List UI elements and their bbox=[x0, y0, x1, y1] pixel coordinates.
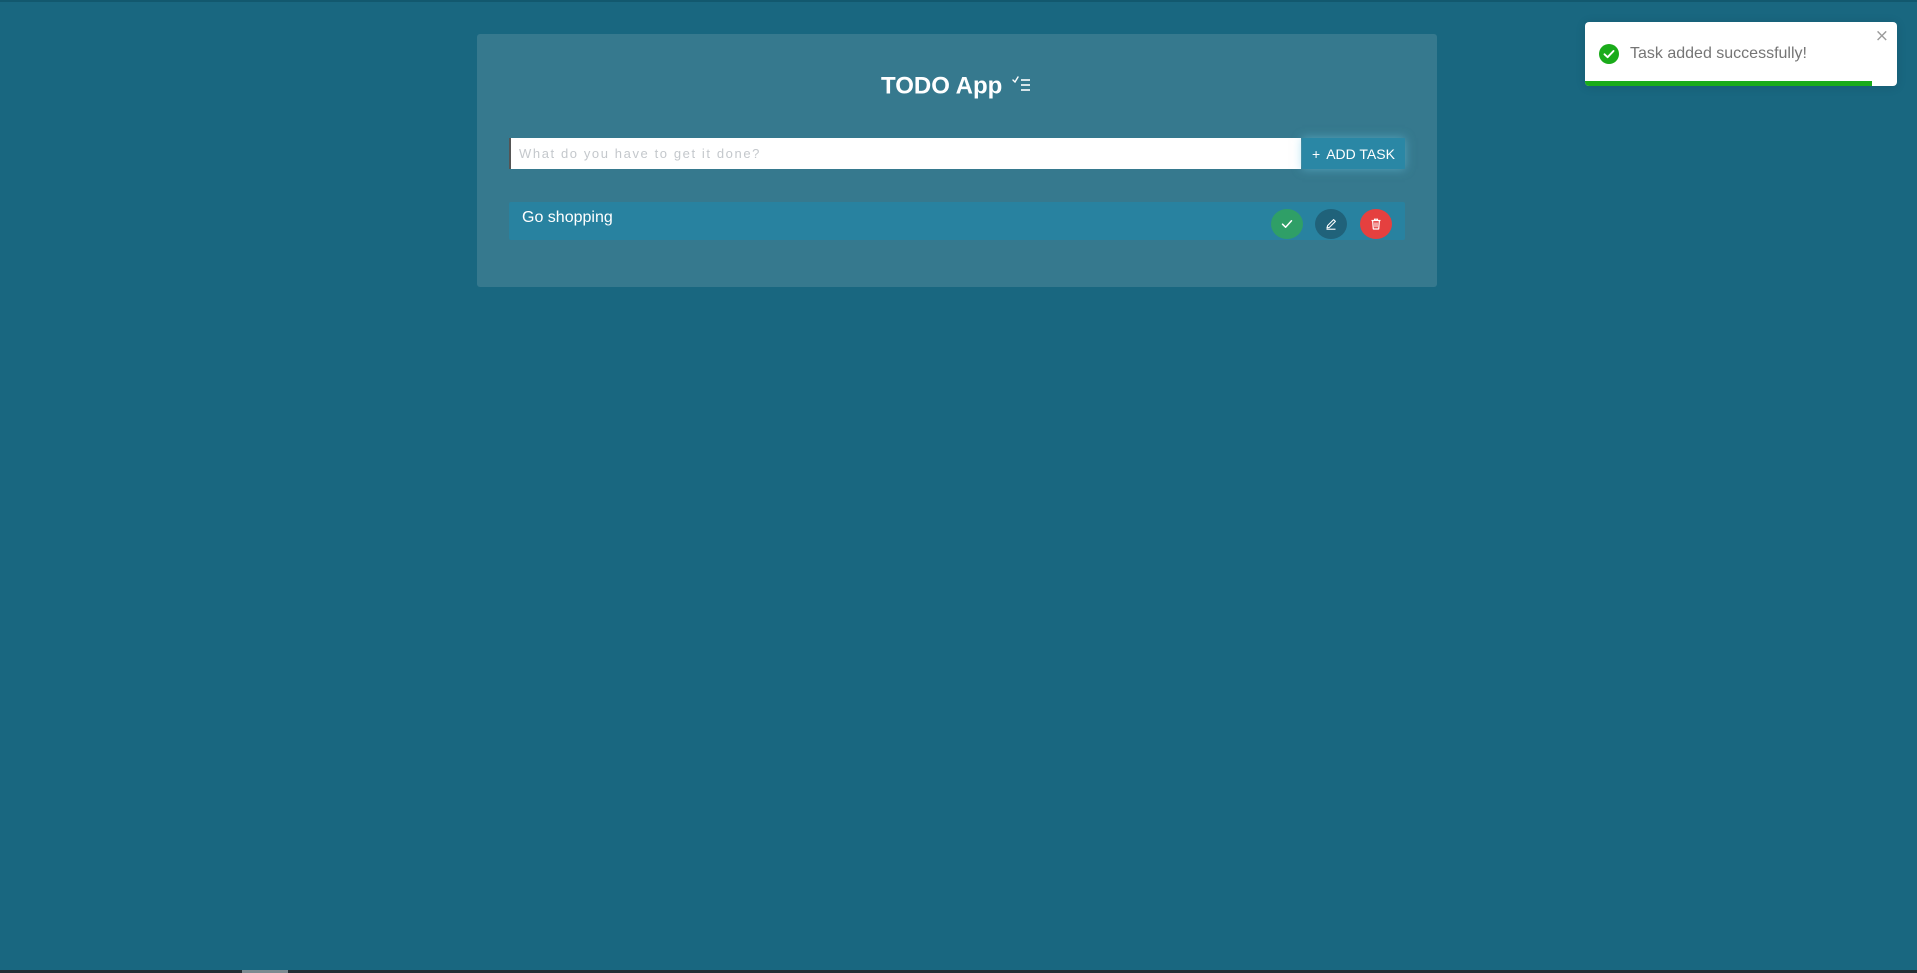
complete-task-button[interactable] bbox=[1271, 209, 1303, 239]
check-icon bbox=[1281, 220, 1293, 228]
window-top-edge bbox=[0, 0, 1917, 2]
trash-icon bbox=[1371, 218, 1381, 230]
add-task-label: ADD TASK bbox=[1326, 145, 1395, 162]
close-icon[interactable]: × bbox=[1875, 28, 1889, 45]
pencil-icon bbox=[1326, 219, 1336, 230]
edit-task-button[interactable] bbox=[1315, 209, 1347, 239]
task-input[interactable] bbox=[509, 138, 1301, 169]
success-check-icon bbox=[1599, 44, 1619, 64]
app-title: TODO App bbox=[881, 72, 1003, 100]
toast-progress-bar bbox=[1585, 81, 1873, 86]
add-task-button[interactable]: + ADD TASK bbox=[1302, 138, 1405, 169]
checklist-icon bbox=[1011, 73, 1033, 95]
toast-progress-track bbox=[1585, 81, 1897, 86]
task-item: Go shopping bbox=[509, 202, 1405, 240]
task-label: Go shopping bbox=[522, 209, 613, 226]
add-task-form: + ADD TASK bbox=[509, 138, 1405, 170]
toast-message: Task added successfully! bbox=[1630, 45, 1807, 62]
delete-task-button[interactable] bbox=[1360, 209, 1392, 239]
plus-icon: + bbox=[1312, 145, 1321, 162]
page-title: TODO App bbox=[477, 70, 1437, 103]
todo-card: TODO App + ADD TASK Go shopping bbox=[477, 34, 1437, 287]
toast-notification: Task added successfully! × bbox=[1585, 22, 1897, 86]
